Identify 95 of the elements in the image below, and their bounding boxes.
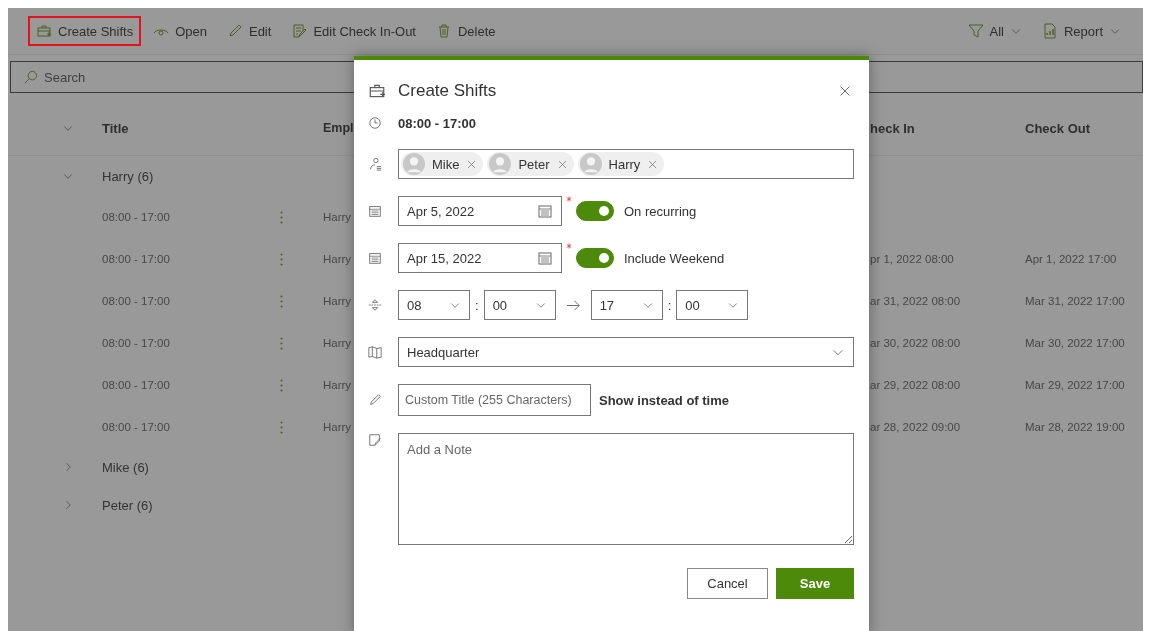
pencil-icon [368,393,382,407]
avatar-icon [579,153,602,175]
person-chip[interactable]: Harry [577,152,665,176]
briefcase-icon [36,23,52,39]
table-cell: Harry [323,379,352,391]
group-label: Mike (6) [102,459,150,475]
more-icon[interactable] [280,252,283,266]
column-header[interactable]: Empl [323,121,354,135]
toggle-switch[interactable] [576,248,614,268]
date-field[interactable]: Apr 15, 2022 [398,243,562,273]
remove-button[interactable] [466,158,478,170]
table-cell: 08:00 - 17:00 [102,337,170,349]
table-cell: Mar 31, 2022 17:00 [1025,295,1125,307]
time-summary: 08:00 - 17:00 [398,114,478,132]
avatar-icon [403,153,425,175]
minute-dropdown[interactable]: 00 [676,290,749,320]
note-field[interactable]: Add a Note [398,433,854,545]
table-cell: 08:00 - 17:00 [102,253,170,265]
hour-dropdown[interactable]: 08 [398,290,470,320]
dropdown-button[interactable]: Report [1033,16,1129,46]
minute-dropdown[interactable]: 00 [483,290,556,320]
table-cell: Mar 29, 2022 17:00 [1025,379,1125,391]
custom-title-field[interactable]: Custom Title (255 Characters) [398,384,591,416]
time-range-icon [368,298,382,312]
briefcase-icon [368,82,386,100]
column-header[interactable]: Title [102,120,129,136]
group-label: Harry (6) [102,168,155,184]
document-edit-icon [291,23,308,39]
toolbar-button[interactable]: Edit Check In-Out [283,16,424,46]
hour-dropdown[interactable]: 17 [590,290,663,320]
group-label: Peter (6) [102,497,154,513]
table-cell: ar 31, 2022 08:00 [870,295,961,307]
remove-button[interactable] [647,158,659,170]
toolbar-button[interactable]: Delete [428,16,504,46]
more-icon[interactable] [280,294,283,308]
close-button[interactable] [838,84,852,98]
table-cell: Harry [323,337,352,349]
map-icon [368,345,382,359]
table-cell: Mar 30, 2022 17:00 [1025,337,1125,349]
toolbar-button[interactable]: Edit [218,16,280,46]
more-icon[interactable] [280,210,283,224]
toggle-label: On recurring [624,203,697,219]
more-icon[interactable] [280,336,283,350]
hint-text: Show instead of time [599,392,729,408]
table-cell: Harry [323,211,352,223]
close-icon [838,84,852,98]
table-cell: 08:00 - 17:00 [102,379,170,391]
table-cell: Harry [323,421,352,433]
dialog-title: Create Shifts [398,81,498,101]
table-cell: ar 30, 2022 08:00 [870,337,961,349]
separator: : [474,297,480,313]
pencil-icon [226,23,243,39]
table-cell: pr 1, 2022 08:00 [870,253,954,265]
calendar-icon [537,250,553,266]
table-cell: Apr 1, 2022 17:00 [1025,253,1117,265]
search-icon [23,69,38,85]
person-chip[interactable]: Mike [401,152,484,176]
toolbar-button[interactable]: Open [145,16,215,46]
calendar-icon [368,251,382,265]
calendar-icon [368,204,382,218]
filter-icon [967,23,984,39]
people-picker[interactable]: Mike Peter Harry [398,149,854,179]
column-header[interactable]: Check Out [1025,120,1090,136]
remove-button[interactable] [556,158,568,170]
avatar-icon [489,153,512,175]
more-icon[interactable] [280,378,283,392]
table-cell: ar 28, 2022 09:00 [870,421,961,433]
report-icon [1041,23,1058,39]
calendar-icon [537,203,553,219]
table-cell: Harry [323,295,352,307]
clock-icon [368,116,382,130]
cancel-button[interactable]: Cancel [687,568,768,599]
remove-icon [466,158,478,170]
date-field[interactable]: Apr 5, 2022 [398,196,562,226]
table-cell: Harry [323,253,352,265]
toggle-switch[interactable] [576,201,614,221]
people-icon [368,157,382,171]
table-cell: 08:00 - 17:00 [102,421,170,433]
remove-icon [556,158,568,170]
person-chip[interactable]: Peter [487,152,574,176]
toggle-label: Include Weekend [624,250,725,266]
dropdown-button[interactable]: All [959,16,1030,46]
table-cell: 08:00 - 17:00 [102,211,170,223]
column-header[interactable]: heck In [870,120,915,136]
separator: : [666,297,673,313]
note-icon [368,433,382,447]
remove-icon [647,158,659,170]
table-cell: Mar 28, 2022 19:00 [1025,421,1125,433]
save-button[interactable]: Save [776,568,854,599]
more-icon[interactable] [280,420,283,434]
location-dropdown[interactable]: Headquarter [398,337,854,367]
table-cell: ar 29, 2022 08:00 [870,379,961,391]
toolbar-button[interactable]: Create Shifts [28,16,142,46]
table-cell: 08:00 - 17:00 [102,295,170,307]
trash-icon [436,23,452,39]
